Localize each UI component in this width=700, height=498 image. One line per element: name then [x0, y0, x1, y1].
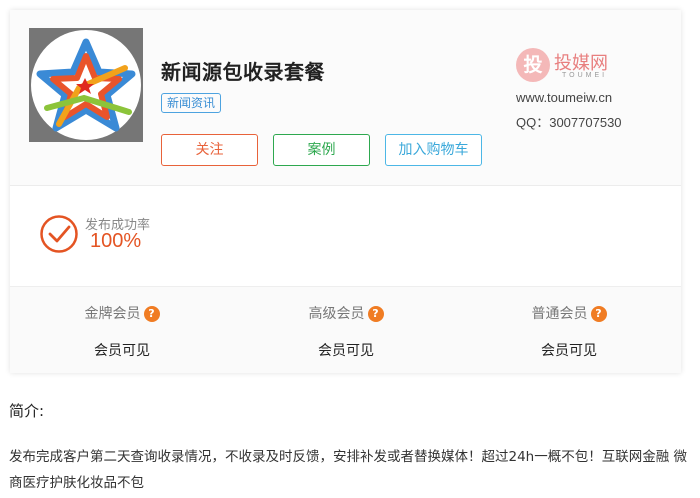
package-title: 新闻源包收录套餐 [161, 60, 325, 84]
brand-subtitle: TOUMEI [562, 72, 608, 79]
package-header: 新闻源包收录套餐 新闻资讯 关注 案例 加入购物车 投 投媒网 TOUMEI w… [10, 10, 681, 186]
tier-header: 金牌会员? [10, 303, 234, 323]
member-tiers: 金牌会员? 会员可见 高级会员? 会员可见 普通会员? 会员可见 [10, 286, 681, 373]
category-tag[interactable]: 新闻资讯 [161, 93, 222, 113]
brand-website: www.toumeiw.cn [516, 90, 613, 105]
tier-price: 会员可见 [318, 343, 374, 359]
star-logo-icon [29, 28, 143, 142]
tier-regular: 普通会员? 会员可见 [457, 287, 681, 374]
question-circle-icon[interactable]: ? [367, 306, 384, 322]
tier-price: 会员可见 [541, 343, 597, 359]
case-button[interactable]: 案例 [273, 134, 370, 166]
intro-text: 发布完成客户第二天查询收录情况，不收录及时反馈，安排补发或者替换媒体！超过24h… [9, 449, 688, 491]
question-circle-icon[interactable]: ? [143, 306, 160, 322]
intro-title: 简介: [9, 402, 45, 420]
tier-header: 高级会员? [234, 303, 458, 323]
tier-price: 会员可见 [94, 343, 150, 359]
check-circle-icon [40, 215, 78, 253]
brand-logo: 投 投媒网 TOUMEI [516, 48, 636, 88]
tier-header: 普通会员? [457, 303, 681, 323]
package-card: 新闻源包收录套餐 新闻资讯 关注 案例 加入购物车 投 投媒网 TOUMEI w… [10, 10, 681, 373]
brand-logo-mark: 投 [516, 48, 550, 82]
success-rate-value: 100% [90, 230, 142, 252]
brand-qq: QQ：3007707530 [516, 115, 622, 130]
question-circle-icon[interactable]: ? [590, 306, 607, 322]
add-to-cart-button[interactable]: 加入购物车 [385, 134, 482, 166]
tier-name: 普通会员 [531, 306, 588, 322]
tier-name: 金牌会员 [84, 306, 141, 322]
package-thumbnail [29, 28, 143, 142]
tier-name: 高级会员 [308, 306, 365, 322]
tier-gold: 金牌会员? 会员可见 [10, 287, 234, 374]
follow-button[interactable]: 关注 [161, 134, 258, 166]
tier-senior: 高级会员? 会员可见 [234, 287, 458, 374]
